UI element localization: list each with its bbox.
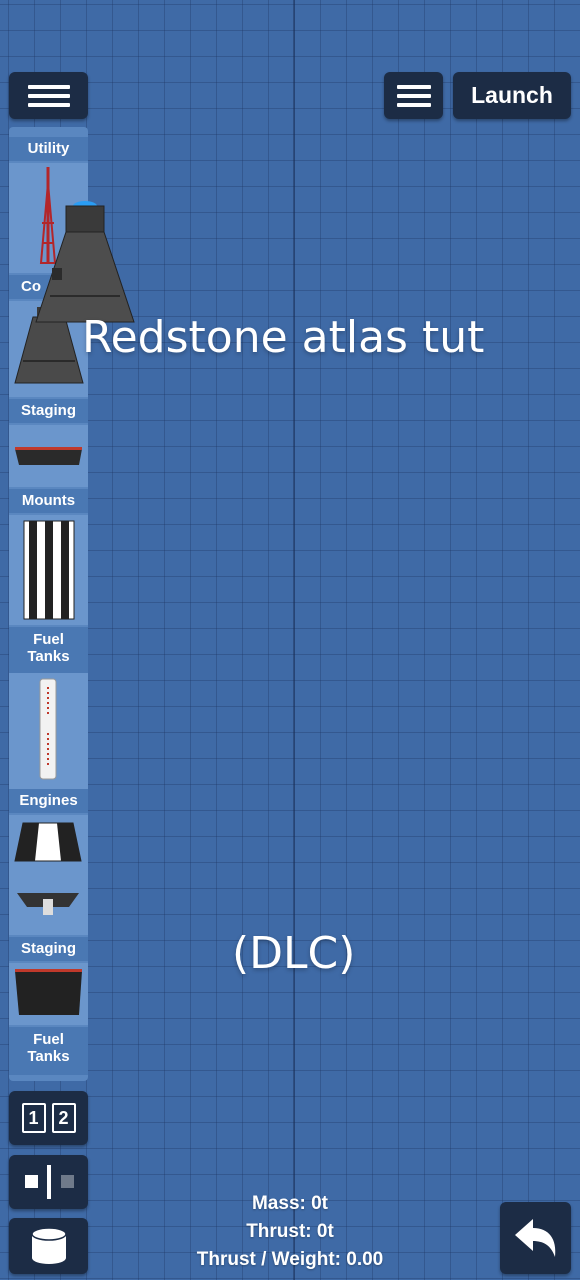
- thrust-readout: Thrust: 0t: [246, 1221, 334, 1242]
- category-fuel-tanks: Fuel Tanks: [9, 627, 88, 673]
- category-mounts: Mounts: [9, 489, 88, 513]
- center-axis-line: [293, 0, 295, 1280]
- undo-icon: [514, 1219, 555, 1257]
- part-slot-fuel-tank[interactable]: [9, 673, 88, 789]
- fairing-base-icon: [15, 969, 82, 1015]
- part-slot-decoupler[interactable]: [9, 425, 88, 487]
- undo-button[interactable]: [500, 1202, 571, 1274]
- mass-readout: Mass: 0t: [251, 1193, 329, 1214]
- part-slot-engines[interactable]: [9, 815, 88, 935]
- stage-number-2: 2: [51, 1103, 76, 1133]
- fuel-tank-icon: [39, 678, 57, 780]
- category-staging-2: Staging: [9, 937, 88, 961]
- category-utility: Utility: [9, 137, 88, 161]
- stage-numbers-button[interactable]: 1 2: [9, 1091, 88, 1145]
- part-slot-interstage[interactable]: [9, 515, 88, 625]
- interstage-icon: [23, 520, 75, 620]
- fuel-tank-icon: [30, 1227, 67, 1264]
- symmetry-icon: [24, 1165, 74, 1199]
- category-staging: Staging: [9, 399, 88, 423]
- thrust-weight-readout: Thrust / Weight: 0.00: [196, 1249, 384, 1270]
- hamburger-icon: [27, 80, 70, 112]
- decoupler-icon: [15, 447, 82, 465]
- hamburger-icon: [396, 80, 431, 112]
- craft-stats: Mass: 0t Thrust: 0t Thrust / Weight: 0.0…: [170, 1190, 410, 1274]
- launch-button[interactable]: Launch: [453, 72, 571, 119]
- main-menu-button[interactable]: [9, 72, 88, 119]
- dlc-overlay: (DLC): [232, 928, 356, 979]
- part-library-button[interactable]: [9, 1218, 88, 1274]
- category-engines: Engines: [9, 789, 88, 813]
- symmetry-button[interactable]: [9, 1155, 88, 1209]
- stage-number-1: 1: [21, 1103, 46, 1133]
- engine-icon: [14, 822, 82, 915]
- craft-menu-button[interactable]: [384, 72, 443, 119]
- category-fuel-tanks-2: Fuel Tanks: [9, 1027, 88, 1075]
- video-title-overlay: Redstone atlas tut: [82, 312, 485, 363]
- part-slot-fairing[interactable]: [9, 963, 88, 1025]
